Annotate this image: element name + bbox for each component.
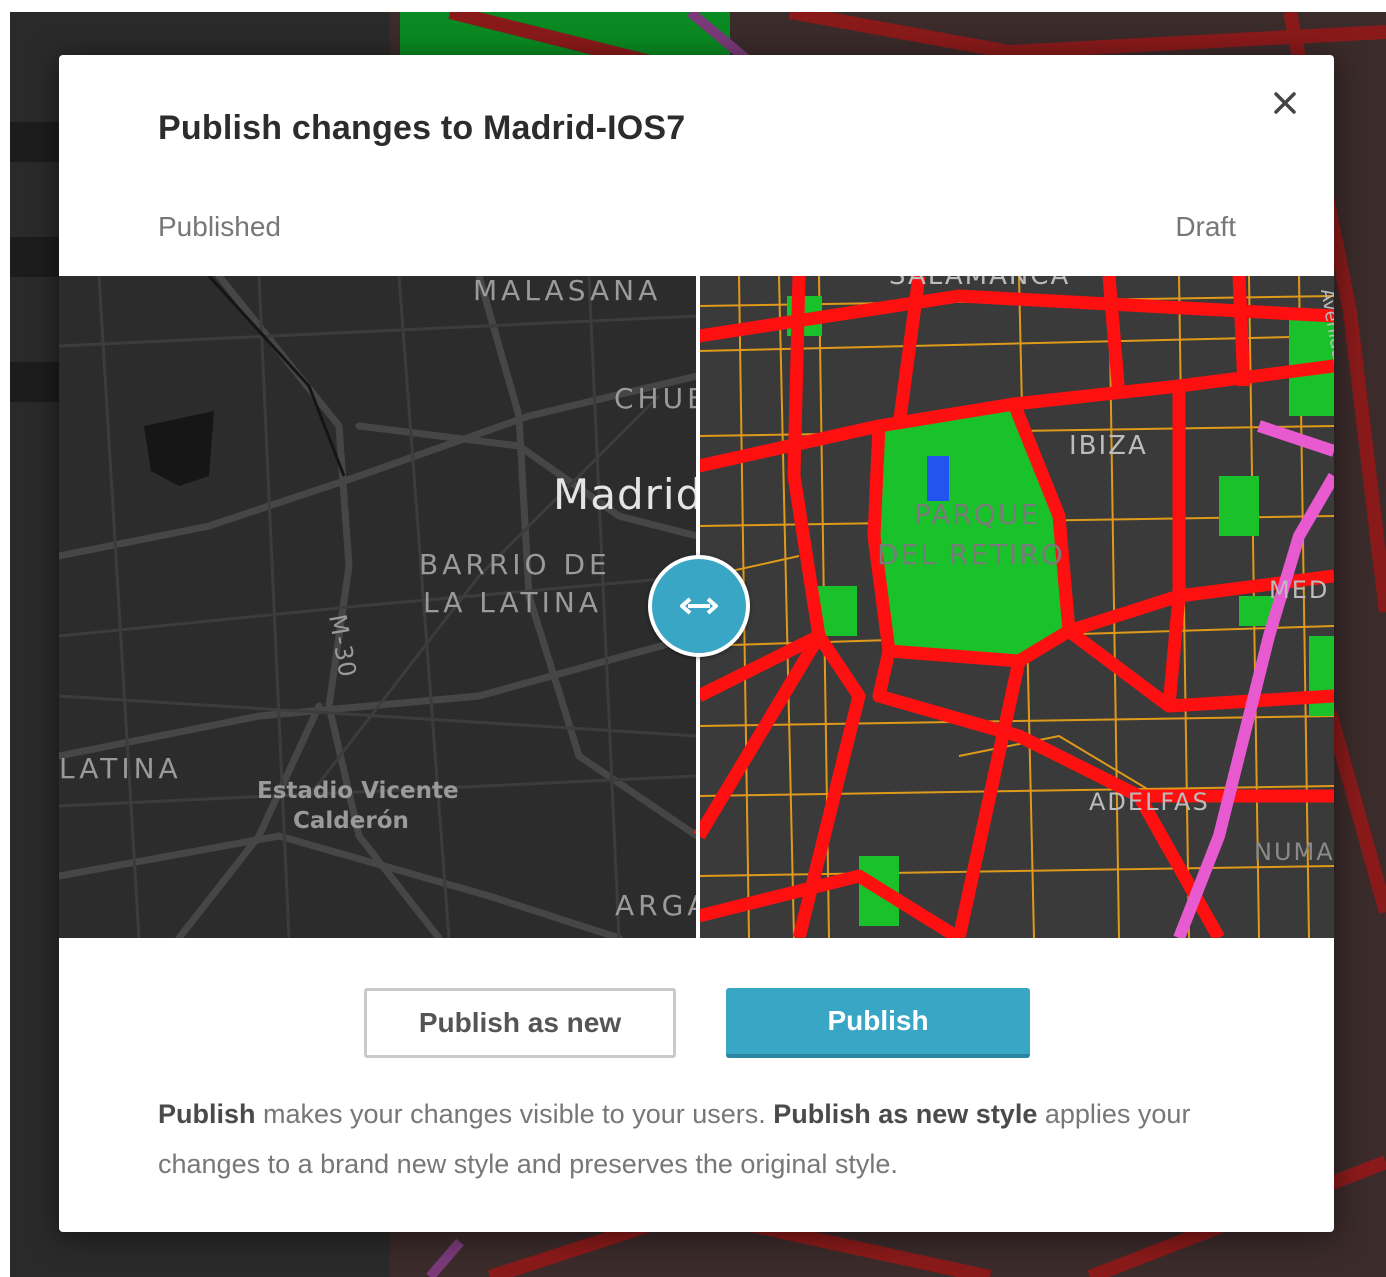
draft-map: SALAMANCA IBIZA PARQUE DEL RETIRO MED AD… <box>693 276 1334 938</box>
map-label-del-retiro: DEL RETIRO <box>877 538 1065 571</box>
compare-slider-handle[interactable] <box>648 555 750 657</box>
help-bold-publish: Publish <box>158 1099 256 1129</box>
horizontal-arrows-icon <box>680 597 718 615</box>
publish-button[interactable]: Publish <box>726 988 1030 1058</box>
map-label-adelfas: ADELFAS <box>1089 788 1210 816</box>
publish-help-text: Publish makes your changes visible to yo… <box>158 1089 1218 1189</box>
map-label-malasana: MALASANA <box>473 276 661 307</box>
map-label-estadio: Estadio Vicente <box>257 778 459 804</box>
help-bold-publish-new: Publish as new style <box>773 1099 1038 1129</box>
dialog-title: Publish changes to Madrid-IOS7 <box>158 109 686 147</box>
map-label-ibiza: IBIZA <box>1069 431 1148 461</box>
publish-dialog: Publish changes to Madrid-IOS7 Published… <box>59 55 1334 1232</box>
publish-as-new-button[interactable]: Publish as new <box>364 988 676 1058</box>
published-label: Published <box>158 211 281 242</box>
map-label-salamanca: SALAMANCA <box>889 276 1070 291</box>
draft-label: Draft <box>1175 211 1236 242</box>
map-comparison-slider[interactable]: MALASANA CHUECA Madrid BARRIO DE LA LATI… <box>59 276 1334 938</box>
map-label-numancia: NUMA <box>1254 838 1334 866</box>
help-text-1: makes your changes visible to your users… <box>255 1099 774 1129</box>
map-label-madrid: Madrid <box>553 470 703 519</box>
map-label-la-latina: LA LATINA <box>423 586 602 619</box>
map-label-calderon: Calderón <box>293 808 409 834</box>
map-label-parque: PARQUE <box>914 498 1040 531</box>
map-label-latina: LATINA <box>59 752 182 785</box>
map-label-barrio-de: BARRIO DE <box>419 548 611 581</box>
close-button[interactable] <box>1265 83 1305 123</box>
close-icon <box>1274 92 1296 114</box>
map-label-medio: MED <box>1269 576 1329 604</box>
